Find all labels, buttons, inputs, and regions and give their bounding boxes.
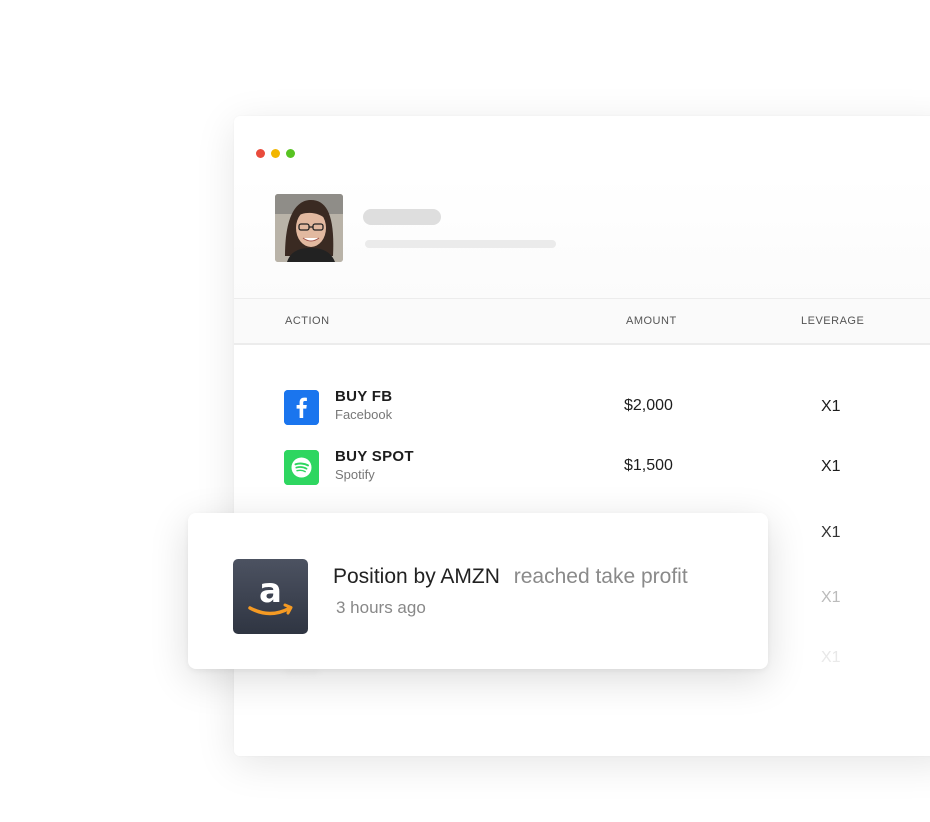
profile-header [234, 176, 930, 298]
minimize-window-button[interactable] [271, 149, 280, 158]
maximize-window-button[interactable] [286, 149, 295, 158]
table-row[interactable]: BUY FB Facebook $2,000 X1 [234, 380, 930, 432]
notification-message: Position by AMZN reached take profit [333, 565, 688, 589]
column-header-action[interactable]: ACTION [285, 315, 330, 327]
row-amount: $2,000 [624, 397, 673, 414]
avatar[interactable] [275, 194, 343, 262]
window-controls [256, 149, 295, 158]
row-company-name: Spotify [335, 467, 375, 482]
facebook-icon [284, 390, 319, 425]
notification-title: Position by AMZN [333, 565, 500, 588]
row-amount: $1,500 [624, 457, 673, 474]
row-leverage: X1 [821, 589, 841, 606]
column-header-amount[interactable]: AMOUNT [626, 315, 677, 327]
notification-detail: reached take profit [513, 565, 688, 588]
row-leverage: X1 [821, 398, 841, 415]
row-leverage: X1 [821, 524, 841, 541]
profile-name-placeholder [363, 209, 441, 225]
row-leverage: X1 [821, 458, 841, 475]
svg-text:a: a [259, 571, 282, 611]
profile-subtitle-placeholder [365, 240, 556, 248]
avatar-image [275, 194, 343, 262]
table-header: ACTION AMOUNT LEVERAGE [234, 298, 930, 345]
row-company-name: Facebook [335, 407, 393, 422]
row-action-title: BUY SPOT [335, 448, 414, 465]
notification-timestamp: 3 hours ago [336, 598, 426, 617]
spotify-icon [284, 450, 319, 485]
column-header-leverage[interactable]: LEVERAGE [801, 315, 864, 327]
amazon-icon: a [233, 559, 308, 634]
notification-toast[interactable]: a Position by AMZN reached take profit 3… [188, 513, 768, 669]
close-window-button[interactable] [256, 149, 265, 158]
row-action-title: BUY FB [335, 388, 393, 405]
table-row[interactable]: BUY SPOT Spotify $1,500 X1 [234, 440, 930, 492]
